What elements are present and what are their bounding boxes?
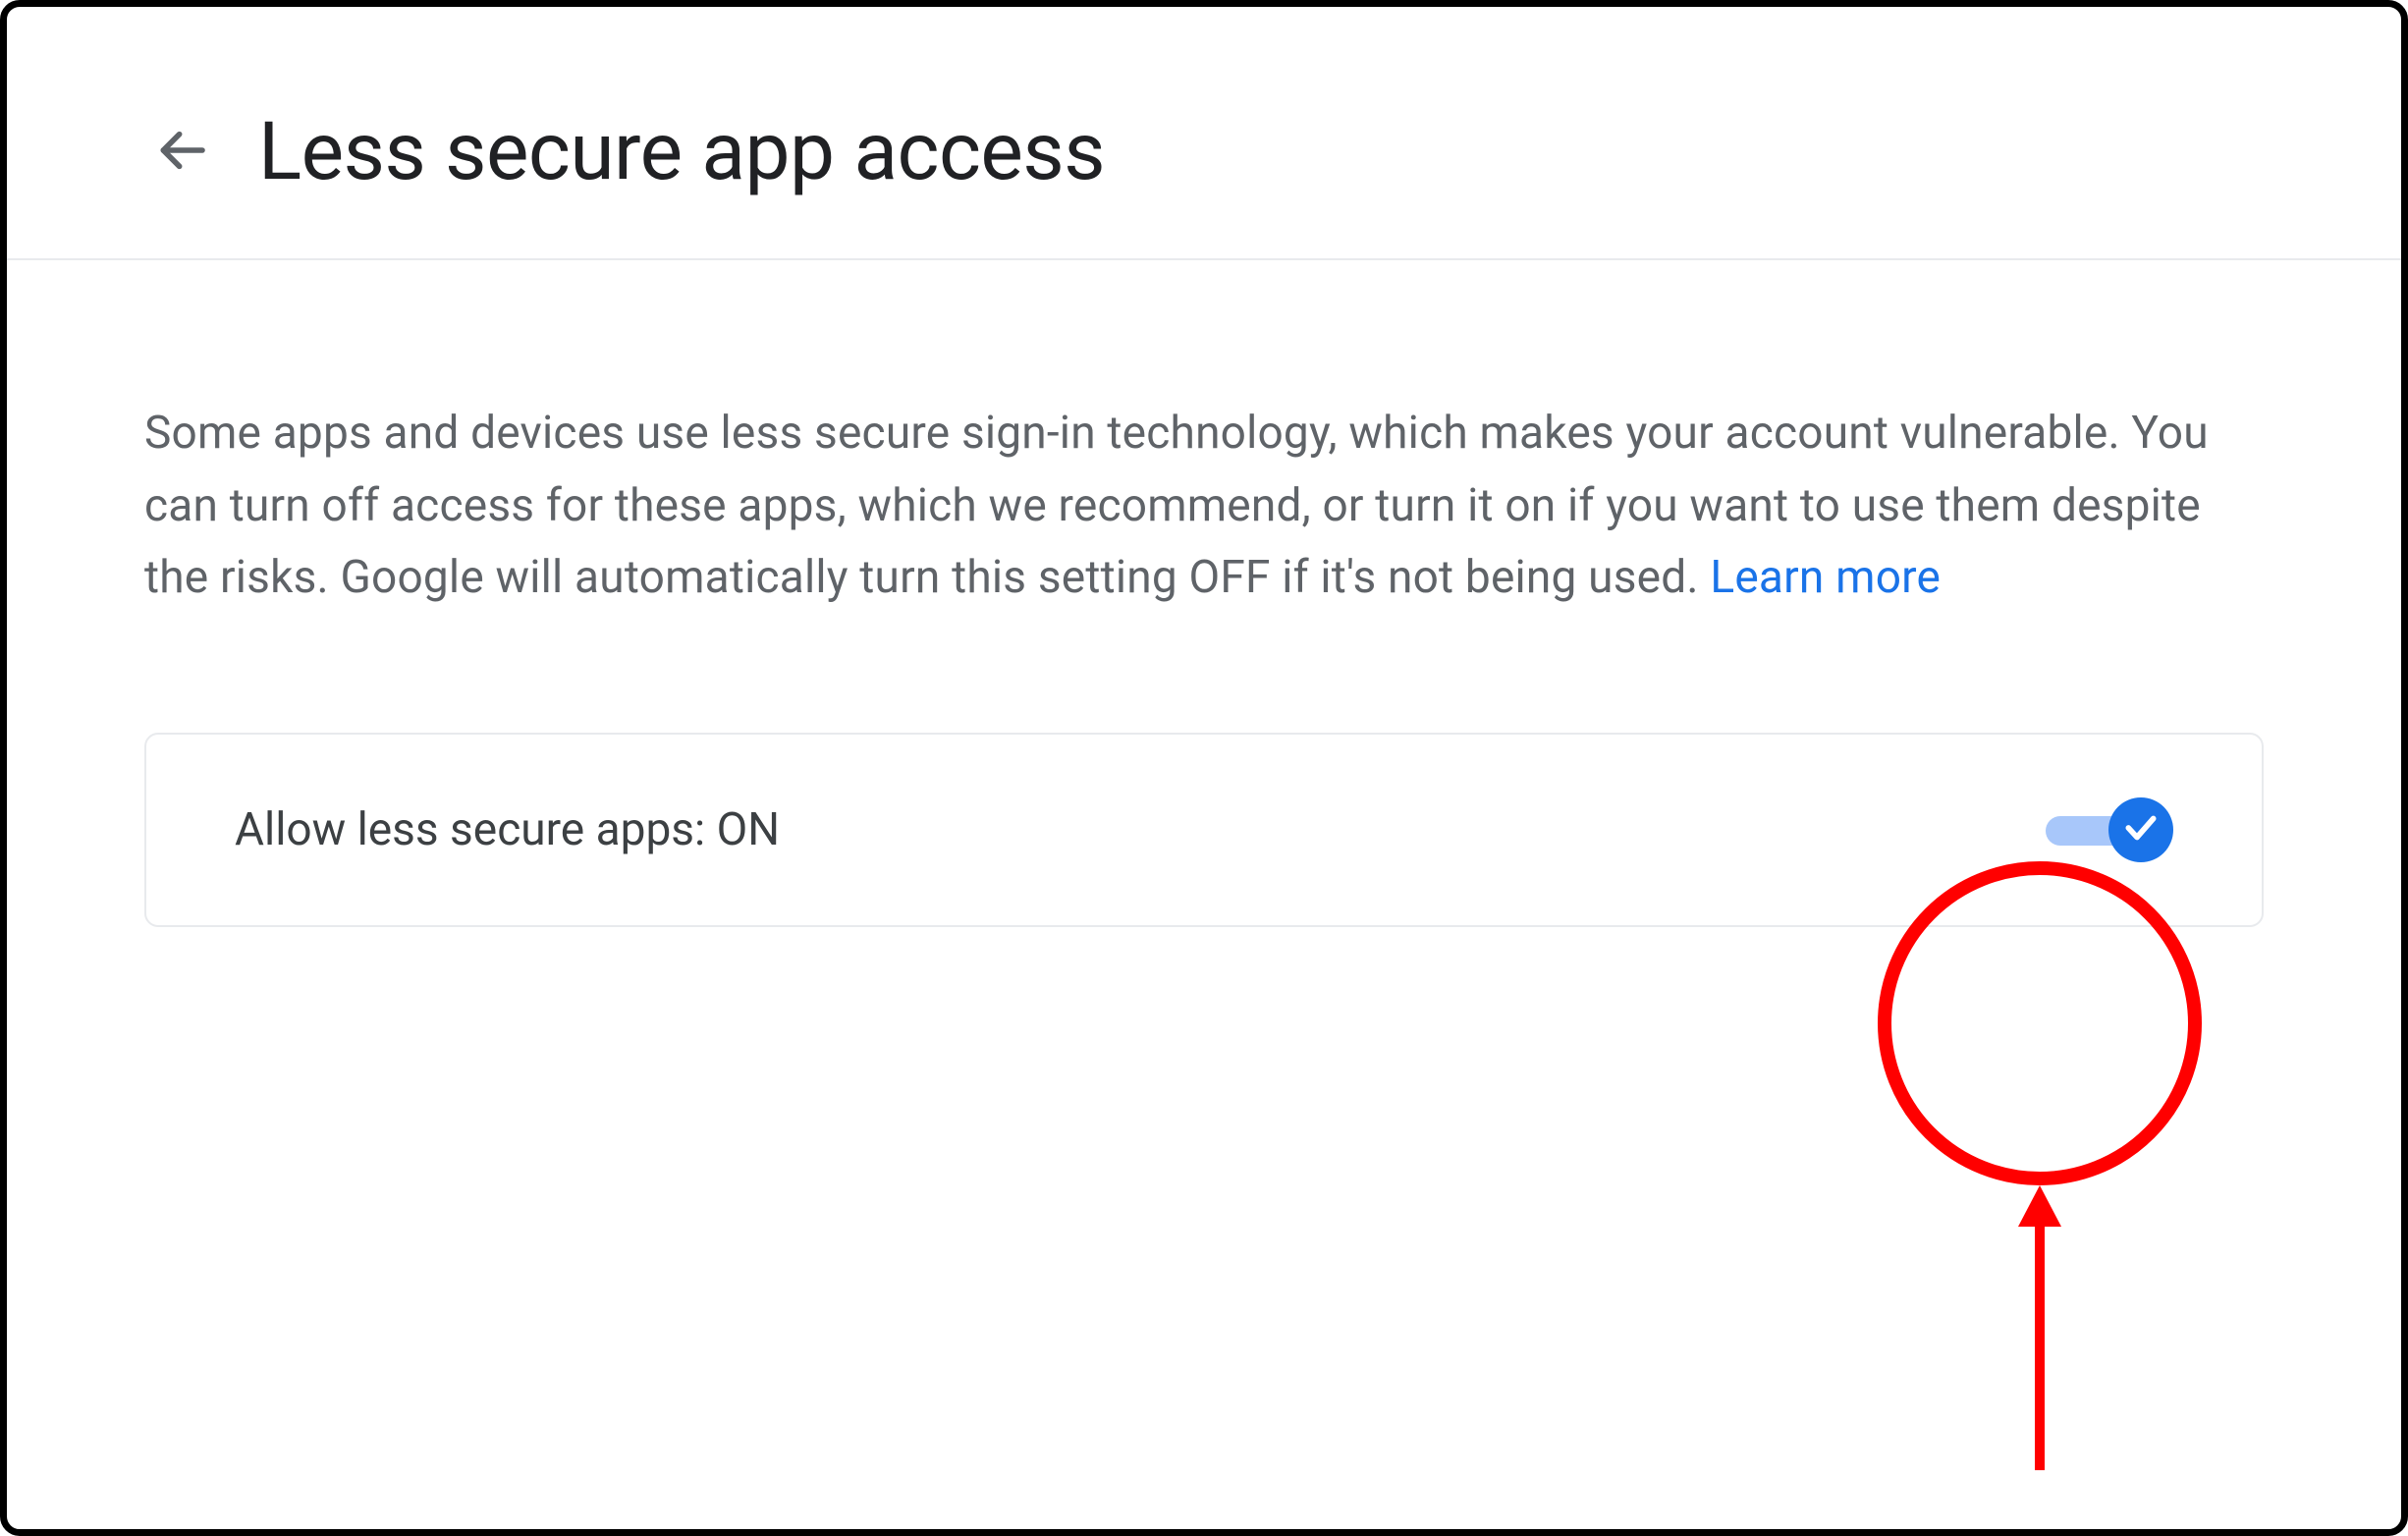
settings-panel: Less secure app access Some apps and dev… bbox=[0, 0, 2408, 1536]
allow-less-secure-apps-toggle[interactable] bbox=[2046, 803, 2173, 856]
allow-less-secure-apps-label: Allow less secure apps: ON bbox=[235, 803, 780, 856]
toggle-thumb bbox=[2108, 797, 2173, 862]
description-text: Some apps and devices use less secure si… bbox=[144, 398, 2264, 615]
arrow-left-icon bbox=[154, 123, 209, 182]
checkmark-icon bbox=[2122, 809, 2160, 850]
annotation-arrow bbox=[2010, 1185, 2069, 1470]
learn-more-link[interactable]: Learn more bbox=[1710, 551, 1941, 604]
page-header: Less secure app access bbox=[7, 7, 2401, 260]
page-title: Less secure app access bbox=[258, 105, 1105, 199]
content-area: Some apps and devices use less secure si… bbox=[7, 260, 2401, 927]
back-button[interactable] bbox=[144, 115, 219, 190]
allow-less-secure-apps-card: Allow less secure apps: ON bbox=[144, 733, 2264, 927]
